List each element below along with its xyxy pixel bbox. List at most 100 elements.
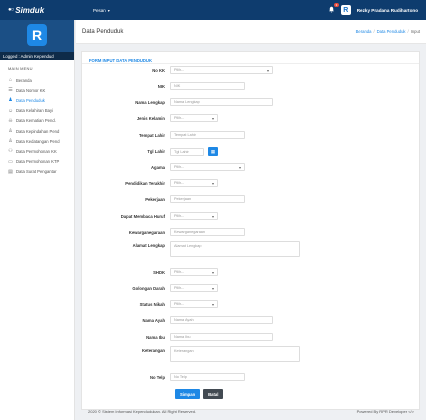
sidebar-item-data-kepindahan[interactable]: ♙ Data Kepindahan Pend: [0, 126, 74, 136]
tempat-lahir-input[interactable]: Tempat Lahir: [170, 131, 245, 139]
user-name-dropdown[interactable]: Rezky Pradana Rudihartono: [357, 8, 418, 13]
breadcrumb-current: Input: [410, 29, 420, 34]
form-row-membaca-huruf: Dapat Membaca Huruf Pilih--: [82, 212, 421, 220]
breadcrumb-data-penduduk[interactable]: Data Penduduk: [377, 29, 406, 34]
sidebar-item-label: Data Permohonan KK: [16, 148, 57, 154]
sidebar-item-data-kelahiran-bayi[interactable]: ☺ Data Kelahiran Bayi: [0, 106, 74, 116]
app-logo[interactable]: ●○ Simduk: [0, 0, 75, 20]
cancel-button[interactable]: Batal: [203, 389, 224, 399]
form-row-no-kk: No KK Pilih--: [82, 66, 421, 74]
breadcrumb-separator: /: [407, 29, 409, 34]
sidebar-item-data-kematian[interactable]: ☠ Data Kematian Pend.: [0, 116, 74, 126]
logo-icon: ●○: [8, 7, 14, 13]
pekerjaan-label: Pekerjaan: [145, 196, 165, 202]
footer: 2020 © Sistem Informasi Kependudukan. Al…: [76, 403, 426, 420]
form-row-no-telp: No Telp No Telp: [82, 373, 421, 381]
notification-bell-icon[interactable]: 3: [328, 2, 339, 15]
sidebar-item-data-nomor-kk[interactable]: ☰ Data Nomor KK: [0, 85, 74, 95]
form-row-pendidikan: Pendidikan Terakhir Pilih--: [82, 179, 421, 187]
sidebar-item-label: Data Kepindahan Pend: [16, 128, 60, 134]
alamat-textarea[interactable]: Alamat Lengkap: [170, 241, 300, 257]
sidebar-item-label: Data Nomor KK: [16, 87, 46, 93]
sidebar-item-data-surat-pengantar[interactable]: ▤ Data Surat Pengantar: [0, 167, 74, 177]
golongan-darah-label: Golongan Darah: [132, 285, 165, 291]
nama-ayah-input[interactable]: Nama Ayah: [170, 316, 273, 324]
status-nikah-select[interactable]: Pilih--: [170, 300, 218, 308]
form-row-nama-lengkap: Nama Lengkap Nama Lengkap: [82, 98, 421, 106]
sidebar-item-data-permohonan-ktp[interactable]: ▭ Data Permohonan KTP: [0, 157, 74, 167]
nama-ibu-input[interactable]: Nama Ibu: [170, 333, 273, 341]
keterangan-label: Keterangan: [141, 348, 165, 353]
nik-input[interactable]: NIK: [170, 82, 245, 90]
form-row-golongan-darah: Golongan Darah Pilih--: [82, 284, 421, 292]
form-row-keterangan: Keterangan Keterangan: [82, 346, 421, 362]
sidebar-item-label: Beranda: [16, 77, 32, 83]
file-icon: ▤: [8, 168, 13, 175]
shdk-select[interactable]: Pilih--: [170, 268, 218, 276]
calendar-icon[interactable]: ▦: [208, 147, 218, 156]
sidebar-item-label: Data Penduduk: [16, 97, 45, 103]
no-kk-select[interactable]: Pilih--: [170, 66, 273, 74]
pendidikan-select[interactable]: Pilih--: [170, 179, 218, 187]
sidebar-item-label: Data Permohonan KTP: [16, 159, 60, 165]
form-row-shdk: SHDK Pilih--: [82, 268, 421, 276]
tempat-lahir-label: Tempat Lahir: [139, 132, 165, 138]
tgl-lahir-input[interactable]: Tgl Lahir: [170, 147, 204, 156]
alamat-label: Alamat Lengkap: [132, 243, 165, 248]
footer-powered-by: Powered By RPR Developer </>: [356, 409, 414, 414]
main-content: Data Penduduk Beranda / Data Penduduk / …: [76, 20, 426, 420]
form-row-tgl-lahir: Tgl Lahir Tgl Lahir ▦: [82, 147, 421, 156]
kewarganegaraan-label: Kewarganegaraan: [128, 229, 165, 235]
membaca-huruf-select[interactable]: Pilih--: [170, 212, 218, 220]
sidebar-item-data-permohonan-kk[interactable]: ⚇ Data Permohonan KK: [0, 146, 74, 156]
nama-ayah-label: Nama Ayah: [142, 317, 166, 323]
user-tie-icon: ♟: [8, 97, 13, 104]
breadcrumb: Beranda / Data Penduduk / Input: [356, 29, 420, 34]
sidebar-item-beranda[interactable]: ⌂ Beranda: [0, 75, 74, 85]
no-telp-input[interactable]: No Telp: [170, 373, 245, 381]
form-row-jenis-kelamin: Jenis Kelamin Pilih--: [82, 114, 421, 122]
sidebar: R Logged : Admin Kependud MAIN MENU ⌂ Ber…: [0, 20, 75, 420]
database-icon: ☰: [8, 87, 13, 94]
sidebar-item-label: Data Kelahiran Bayi: [16, 108, 54, 114]
nama-ibu-label: Nama Ibu: [146, 334, 165, 340]
keterangan-textarea[interactable]: Keterangan: [170, 346, 300, 362]
form-row-kewarganegaraan: Kewarganegaraan Kewarganegaraan: [82, 228, 421, 236]
sidebar-nav: ⌂ Beranda ☰ Data Nomor KK ♟ Data Penduduk ☺…: [0, 75, 74, 177]
pendidikan-label: Pendidikan Terakhir: [125, 180, 165, 186]
no-telp-label: No Telp: [149, 374, 165, 380]
sidebar-item-label: Data Kematian Pend.: [16, 118, 56, 124]
top-navbar: ●○ Simduk Pesan ▾ 3 R Rezky Pradana Rudi…: [0, 0, 426, 20]
save-button[interactable]: Simpan: [175, 389, 201, 399]
logo-text: Simduk: [15, 5, 45, 15]
membaca-huruf-label: Dapat Membaca Huruf: [120, 213, 165, 219]
jenis-kelamin-select[interactable]: Pilih--: [170, 114, 218, 122]
sidebar-item-data-kedatangan[interactable]: ♙ Data Kedatangan Pend: [0, 136, 74, 146]
form-row-status-nikah: Status Nikah Pilih--: [82, 300, 421, 308]
jenis-kelamin-label: Jenis Kelamin: [136, 115, 165, 121]
kewarganegaraan-input[interactable]: Kewarganegaraan: [170, 228, 245, 236]
messages-menu-button[interactable]: Pesan ▾: [93, 8, 110, 13]
form-card: FORM INPUT DATA PENDUDUK No KK Pilih-- N…: [81, 51, 420, 410]
profile-logged-label: Logged : Admin Kependud: [0, 52, 74, 60]
nik-label: NIK: [157, 83, 165, 89]
form-title: FORM INPUT DATA PENDUDUK: [82, 52, 419, 64]
shdk-label: SHDK: [153, 269, 165, 275]
no-kk-label: No KK: [152, 67, 165, 73]
user-avatar[interactable]: R: [340, 5, 351, 15]
tgl-lahir-label: Tgl Lahir: [147, 149, 165, 154]
form-row-pekerjaan: Pekerjaan Pekerjaan: [82, 195, 421, 203]
nama-lengkap-label: Nama Lengkap: [135, 99, 165, 105]
agama-select[interactable]: Pilih--: [170, 163, 245, 171]
chevron-down-icon: ▾: [107, 7, 110, 13]
home-icon: ⌂: [8, 77, 13, 84]
golongan-darah-select[interactable]: Pilih--: [170, 284, 218, 292]
messages-menu-label: Pesan: [93, 7, 106, 13]
pekerjaan-input[interactable]: Pekerjaan: [170, 195, 245, 203]
sidebar-item-data-penduduk[interactable]: ♟ Data Penduduk: [0, 95, 74, 105]
users-icon: ⚇: [8, 148, 13, 155]
form-row-nama-ibu: Nama Ibu Nama Ibu: [82, 333, 421, 341]
nama-lengkap-input[interactable]: Nama Lengkap: [170, 98, 273, 106]
form-row-nama-ayah: Nama Ayah Nama Ayah: [82, 316, 421, 324]
breadcrumb-beranda[interactable]: Beranda: [356, 29, 372, 34]
